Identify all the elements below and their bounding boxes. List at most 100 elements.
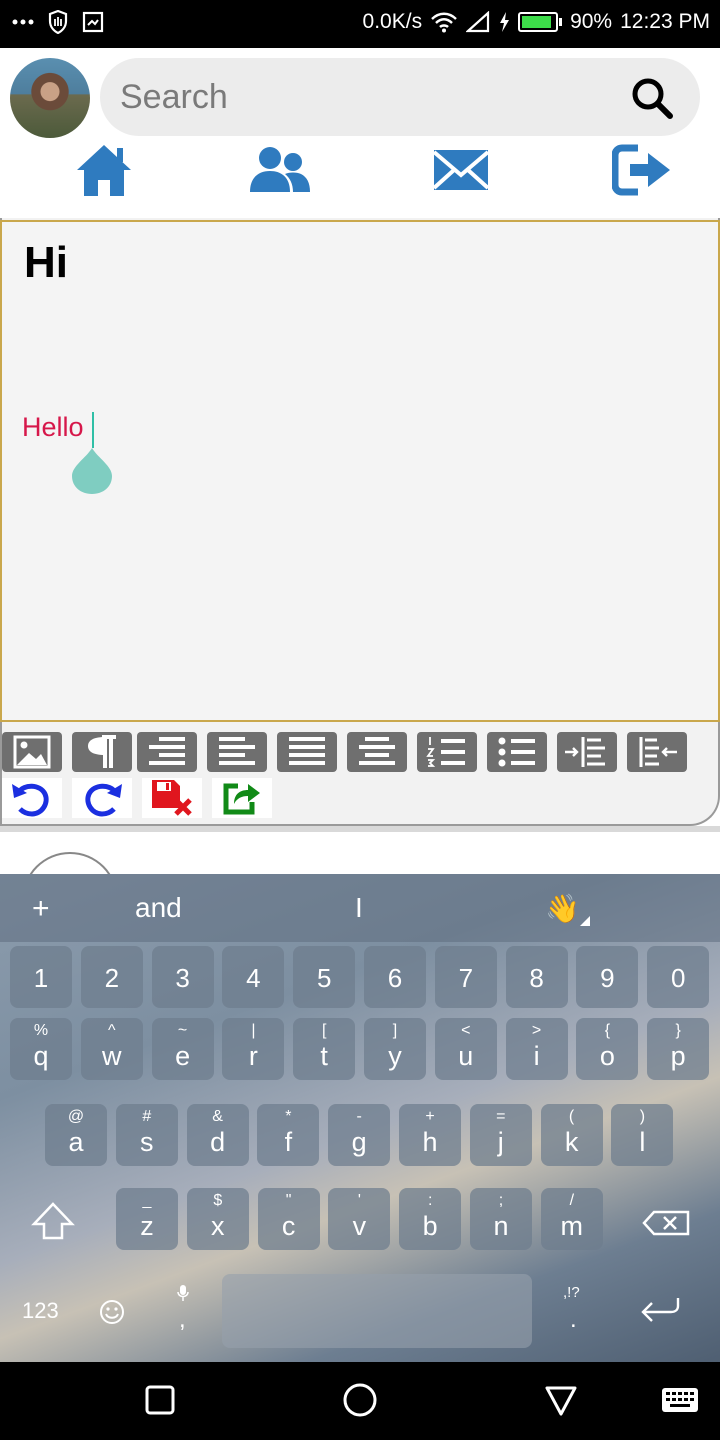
discard-button[interactable] [142,778,202,818]
rich-text-editor[interactable]: Hi Hello [0,220,720,722]
key-5[interactable]: 5 [293,946,356,1008]
indent-icon [565,737,605,767]
key-y[interactable]: ] y [364,1018,426,1080]
key-label: q [33,1041,49,1071]
key-c[interactable]: " c [257,1188,320,1250]
key-h[interactable]: + h [399,1104,461,1166]
key-w[interactable]: ^ w [80,1018,143,1080]
key-6[interactable]: 6 [364,946,426,1008]
key-v[interactable]: ' v [328,1188,391,1250]
numbered-list-button[interactable] [417,732,477,772]
key-label: a [68,1127,84,1157]
key-k[interactable]: (k [540,1104,603,1166]
key-label: l [639,1127,646,1157]
comma-key[interactable]: , [166,1284,200,1338]
indent-button[interactable] [557,732,617,772]
key-l[interactable]: ) l [611,1104,674,1166]
key-u[interactable]: < u [434,1018,497,1080]
key-3[interactable]: 3 [151,946,214,1008]
key-f[interactable]: * f [257,1104,320,1166]
key-t[interactable]: [t [293,1018,356,1080]
period-key[interactable]: ,!? . [560,1284,590,1338]
key-o[interactable]: {o [576,1018,639,1080]
key-label: 2 [104,963,120,993]
key-i[interactable]: > i [505,1018,568,1080]
insert-image-button[interactable] [2,732,62,772]
mail-icon[interactable] [430,142,492,198]
suggestion-plus[interactable]: + [32,892,50,926]
shift-key[interactable] [22,1192,84,1254]
key-j[interactable]: = j [469,1104,532,1166]
key-4[interactable]: 4 [222,946,285,1008]
key-hint: > [531,1022,542,1039]
keyboard-switch-icon[interactable] [660,1382,700,1418]
key-hint: " [285,1192,292,1209]
align-center-button[interactable] [347,732,407,772]
justify-icon [289,737,325,765]
key-hint: & [212,1108,223,1125]
outdent-button[interactable] [627,732,687,772]
discard-save-icon [152,780,192,816]
key-z[interactable]: _ z [116,1188,178,1250]
align-right-button[interactable] [137,732,197,772]
home-icon[interactable] [73,142,135,198]
key-8[interactable]: 8 [505,946,568,1008]
key-0[interactable]: 0 [647,946,710,1008]
expand-suggestions-icon[interactable] [580,916,590,926]
battery-icon [518,12,563,32]
suggestion-i[interactable]: I [355,892,363,924]
align-left-button[interactable] [207,732,267,772]
logout-icon[interactable] [612,142,674,198]
undo-button[interactable] [2,778,62,818]
key-hint: _ [142,1192,152,1209]
bullet-list-button[interactable] [487,732,547,772]
key-q[interactable]: % q [10,1018,72,1080]
search-input[interactable] [120,74,600,120]
home-button[interactable] [342,1382,378,1418]
key-e[interactable]: ~ e [151,1018,214,1080]
key-a[interactable]: @ a [45,1104,107,1166]
backspace-key[interactable] [636,1192,698,1254]
user-avatar[interactable] [10,58,90,138]
key-n[interactable]: ; n [470,1188,532,1250]
key-g[interactable]: -g [328,1104,391,1166]
key-label: v [352,1211,367,1241]
enter-icon[interactable] [638,1292,684,1326]
key-s[interactable]: # s [115,1104,178,1166]
share-button[interactable] [212,778,272,818]
key-label: y [388,1041,402,1071]
space-key[interactable] [222,1274,532,1348]
key-label: 0 [670,963,686,993]
symbols-key[interactable]: 123 [22,1298,59,1324]
key-p[interactable]: } p [647,1018,710,1080]
charging-icon [500,12,510,32]
emoji-icon[interactable] [98,1298,126,1326]
key-b[interactable]: :b [399,1188,462,1250]
key-hint: ^ [108,1022,116,1039]
search-icon[interactable] [630,76,674,120]
key-label: s [140,1127,154,1157]
friends-icon[interactable] [249,142,311,198]
key-9[interactable]: 9 [576,946,639,1008]
key-1[interactable]: 1 [10,946,72,1008]
search-bar[interactable] [100,58,700,136]
key-x[interactable]: $ x [186,1188,249,1250]
redo-button[interactable] [72,778,132,818]
editor-heading[interactable]: Hi [24,238,68,288]
selection-handle-icon[interactable] [72,446,112,494]
shift-icon [31,1202,75,1240]
key-d[interactable]: & d [186,1104,249,1166]
editor-paragraph[interactable]: Hello [22,412,84,443]
paragraph-button[interactable] [72,732,132,772]
key-2[interactable]: 2 [80,946,143,1008]
suggestion-emoji[interactable]: 👋 [545,892,580,925]
key-label: 6 [387,963,403,993]
back-button[interactable] [543,1382,579,1418]
justify-button[interactable] [277,732,337,772]
key-m[interactable]: / m [540,1188,603,1250]
punct-hint: ,!? [563,1284,580,1301]
suggestion-and[interactable]: and [135,892,182,924]
recents-button[interactable] [142,1382,178,1418]
key-7[interactable]: 7 [434,946,497,1008]
key-r[interactable]: | r [222,1018,285,1080]
